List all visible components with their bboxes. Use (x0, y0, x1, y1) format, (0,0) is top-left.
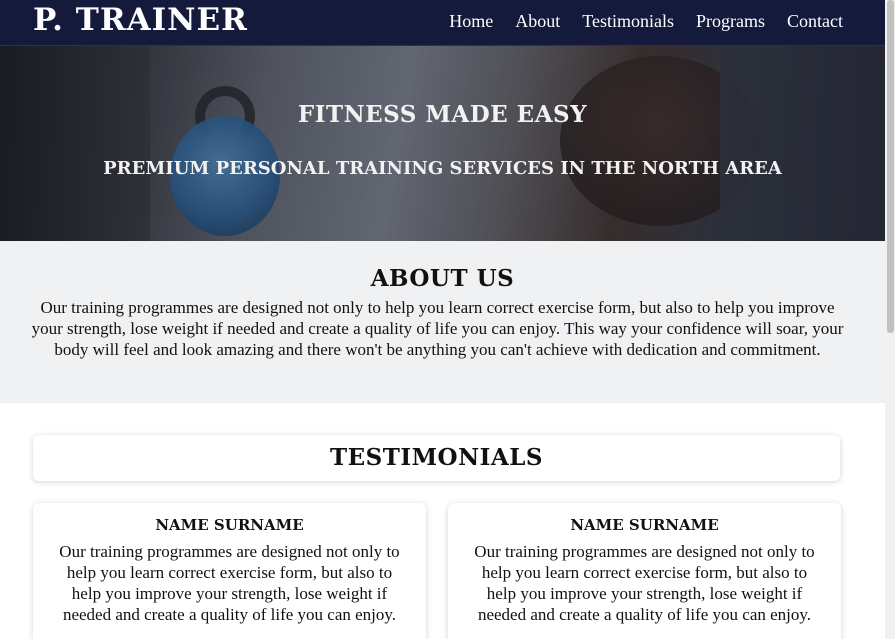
testimonial-text: Our training programmes are designed not… (59, 542, 400, 624)
scrollbar-thumb[interactable] (887, 0, 894, 333)
nav-link-about[interactable]: About (515, 11, 560, 32)
hero-banner: FITNESS MADE EASY PREMIUM PERSONAL TRAIN… (0, 46, 885, 241)
testimonial-name: NAME SURNAME (155, 516, 304, 534)
about-text: Our training programmes are designed not… (31, 298, 844, 359)
page: P. TRAINER Home About Testimonials Progr… (0, 0, 885, 639)
testimonials-header-card: TESTIMONIALS (33, 435, 840, 481)
testimonial-text: Our training programmes are designed not… (474, 542, 815, 624)
about-heading: ABOUT US (370, 265, 515, 292)
hero-title: FITNESS MADE EASY (297, 101, 588, 128)
testimonials-heading: TESTIMONIALS (329, 444, 544, 471)
nav-menu: Home About Testimonials Programs Contact (449, 11, 843, 32)
nav-link-contact[interactable]: Contact (787, 11, 843, 32)
nav-link-programs[interactable]: Programs (696, 11, 765, 32)
brand-logo[interactable]: P. TRAINER (33, 2, 248, 38)
hero-overlay (0, 46, 885, 241)
testimonial-name: NAME SURNAME (570, 516, 719, 534)
hero-subtitle: PREMIUM PERSONAL TRAINING SERVICES IN TH… (103, 158, 782, 179)
nav-link-testimonials[interactable]: Testimonials (582, 11, 674, 32)
testimonial-card: NAME SURNAME Our training programmes are… (33, 503, 426, 639)
about-section: ABOUT US Our training programmes are des… (0, 241, 885, 403)
nav-link-home[interactable]: Home (449, 11, 493, 32)
testimonial-card: NAME SURNAME Our training programmes are… (448, 503, 841, 639)
page-scrollbar[interactable] (885, 0, 895, 639)
navbar: P. TRAINER Home About Testimonials Progr… (0, 0, 885, 46)
